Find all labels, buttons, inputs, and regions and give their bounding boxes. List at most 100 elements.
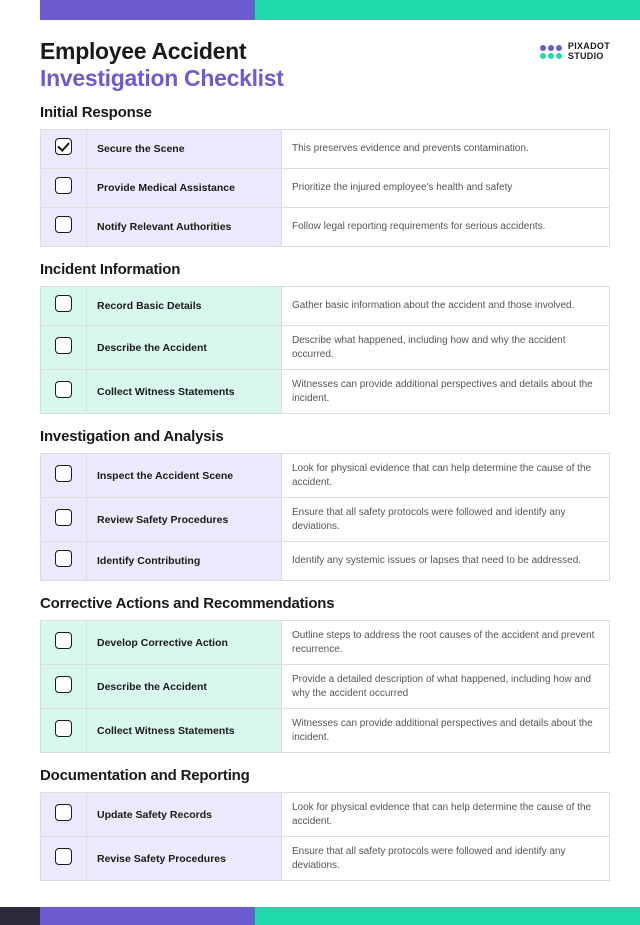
- checklist-table: Inspect the Accident SceneLook for physi…: [40, 453, 610, 581]
- table-row: Review Safety ProceduresEnsure that all …: [41, 498, 610, 542]
- item-description: Describe what happened, including how an…: [282, 326, 610, 370]
- checkbox[interactable]: [55, 381, 72, 398]
- item-title: Describe the Accident: [87, 326, 282, 370]
- item-description: Provide a detailed description of what h…: [282, 665, 610, 709]
- item-description: Ensure that all safety protocols were fo…: [282, 837, 610, 881]
- checkbox-cell: [41, 665, 87, 709]
- checkbox-cell: [41, 326, 87, 370]
- accent-dark: [0, 907, 40, 925]
- section-title: Corrective Actions and Recommendations: [40, 595, 610, 612]
- item-description: Gather basic information about the accid…: [282, 287, 610, 326]
- accent-teal: [255, 907, 640, 925]
- checklist-table: Update Safety RecordsLook for physical e…: [40, 792, 610, 881]
- checkbox[interactable]: [55, 848, 72, 865]
- item-title: Secure the Scene: [87, 130, 282, 169]
- brand-logo: PIXADOT STUDIO: [540, 42, 610, 62]
- checkbox[interactable]: [55, 720, 72, 737]
- checkbox-cell: [41, 542, 87, 581]
- page-content: Employee Accident Investigation Checklis…: [0, 20, 640, 907]
- table-row: Record Basic DetailsGather basic informa…: [41, 287, 610, 326]
- item-title: Develop Corrective Action: [87, 621, 282, 665]
- item-title: Collect Witness Statements: [87, 709, 282, 753]
- checkbox-cell: [41, 208, 87, 247]
- checkbox[interactable]: [55, 509, 72, 526]
- table-row: Develop Corrective ActionOutline steps t…: [41, 621, 610, 665]
- table-row: Update Safety RecordsLook for physical e…: [41, 793, 610, 837]
- table-row: Collect Witness StatementsWitnesses can …: [41, 370, 610, 414]
- checkbox-cell: [41, 498, 87, 542]
- item-title: Record Basic Details: [87, 287, 282, 326]
- checklist-table: Secure the SceneThis preserves evidence …: [40, 129, 610, 247]
- item-description: Outline steps to address the root causes…: [282, 621, 610, 665]
- section-title: Investigation and Analysis: [40, 428, 610, 445]
- checkbox-cell: [41, 130, 87, 169]
- checklist-table: Record Basic DetailsGather basic informa…: [40, 286, 610, 414]
- section: Corrective Actions and Recommendations De…: [40, 595, 610, 753]
- checkbox[interactable]: [55, 632, 72, 649]
- table-row: Inspect the Accident SceneLook for physi…: [41, 454, 610, 498]
- item-title: Provide Medical Assistance: [87, 169, 282, 208]
- checkbox[interactable]: [55, 550, 72, 567]
- bottom-accent-bar: [0, 907, 640, 925]
- section-title: Initial Response: [40, 104, 610, 121]
- checklist-table: Develop Corrective ActionOutline steps t…: [40, 620, 610, 753]
- accent-purple: [40, 0, 255, 20]
- item-title: Collect Witness Statements: [87, 370, 282, 414]
- section: Initial Response Secure the SceneThis pre…: [40, 104, 610, 247]
- checkbox[interactable]: [55, 216, 72, 233]
- section: Investigation and Analysis Inspect the Ac…: [40, 428, 610, 581]
- checkbox-cell: [41, 370, 87, 414]
- item-description: Prioritize the injured employee's health…: [282, 169, 610, 208]
- table-row: Secure the SceneThis preserves evidence …: [41, 130, 610, 169]
- item-title: Inspect the Accident Scene: [87, 454, 282, 498]
- section-title: Documentation and Reporting: [40, 767, 610, 784]
- item-description: Look for physical evidence that can help…: [282, 454, 610, 498]
- item-description: Ensure that all safety protocols were fo…: [282, 498, 610, 542]
- table-row: Revise Safety ProceduresEnsure that all …: [41, 837, 610, 881]
- item-description: Witnesses can provide additional perspec…: [282, 709, 610, 753]
- section-title: Incident Information: [40, 261, 610, 278]
- item-description: Witnesses can provide additional perspec…: [282, 370, 610, 414]
- checkbox-cell: [41, 837, 87, 881]
- checkbox[interactable]: [55, 337, 72, 354]
- item-title: Describe the Accident: [87, 665, 282, 709]
- section: Documentation and Reporting Update Safety…: [40, 767, 610, 881]
- table-row: Provide Medical AssistancePrioritize the…: [41, 169, 610, 208]
- checkbox-cell: [41, 621, 87, 665]
- checkbox[interactable]: [55, 177, 72, 194]
- checkbox-cell: [41, 454, 87, 498]
- logo-dots-icon: [540, 45, 562, 59]
- item-description: Identify any systemic issues or lapses t…: [282, 542, 610, 581]
- page-title: Employee Accident: [40, 38, 284, 65]
- item-title: Notify Relevant Authorities: [87, 208, 282, 247]
- section: Incident Information Record Basic Details…: [40, 261, 610, 414]
- item-description: Follow legal reporting requirements for …: [282, 208, 610, 247]
- item-title: Update Safety Records: [87, 793, 282, 837]
- table-row: Identify ContributingIdentify any system…: [41, 542, 610, 581]
- checkbox[interactable]: [55, 804, 72, 821]
- checkbox-cell: [41, 793, 87, 837]
- title-block: Employee Accident Investigation Checklis…: [40, 38, 284, 92]
- item-title: Revise Safety Procedures: [87, 837, 282, 881]
- checkbox-cell: [41, 709, 87, 753]
- accent-purple: [40, 907, 255, 925]
- checkbox-cell: [41, 287, 87, 326]
- logo-text: PIXADOT STUDIO: [568, 42, 610, 62]
- accent-teal: [255, 0, 640, 20]
- checkbox[interactable]: [55, 138, 72, 155]
- top-accent-bar: [0, 0, 640, 20]
- header: Employee Accident Investigation Checklis…: [40, 38, 610, 92]
- table-row: Describe the AccidentDescribe what happe…: [41, 326, 610, 370]
- checkbox[interactable]: [55, 465, 72, 482]
- checkbox[interactable]: [55, 295, 72, 312]
- item-description: This preserves evidence and prevents con…: [282, 130, 610, 169]
- checkbox[interactable]: [55, 676, 72, 693]
- table-row: Collect Witness StatementsWitnesses can …: [41, 709, 610, 753]
- table-row: Describe the AccidentProvide a detailed …: [41, 665, 610, 709]
- sections-container: Initial Response Secure the SceneThis pre…: [40, 104, 610, 881]
- table-row: Notify Relevant AuthoritiesFollow legal …: [41, 208, 610, 247]
- item-title: Review Safety Procedures: [87, 498, 282, 542]
- item-title: Identify Contributing: [87, 542, 282, 581]
- item-description: Look for physical evidence that can help…: [282, 793, 610, 837]
- checkbox-cell: [41, 169, 87, 208]
